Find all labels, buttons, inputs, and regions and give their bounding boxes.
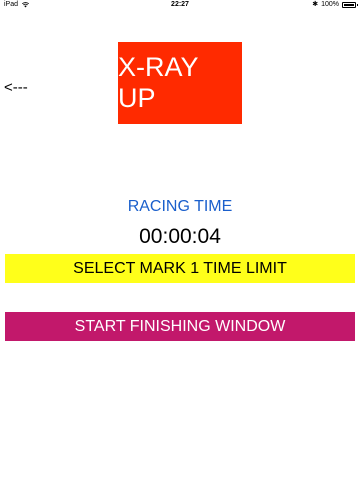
battery-percent: 100%: [321, 1, 339, 8]
battery-fill: [344, 3, 354, 6]
racing-time-value: 00:00:04: [139, 225, 221, 248]
status-right: ✱ 100%: [312, 1, 358, 8]
status-bar: iPad 22:27 ✱ 100%: [0, 0, 360, 10]
racing-time-label: RACING TIME: [127, 198, 233, 215]
select-mark-time-limit-button[interactable]: SELECT MARK 1 TIME LIMIT: [5, 254, 355, 283]
status-time: 22:27: [171, 1, 189, 8]
battery-icon: [342, 1, 358, 8]
back-button[interactable]: <---: [4, 79, 28, 96]
xray-flag-button[interactable]: X-RAY UP: [118, 42, 242, 124]
start-finishing-window-button[interactable]: START FINISHING WINDOW: [5, 312, 355, 341]
bluetooth-icon: ✱: [312, 1, 319, 8]
